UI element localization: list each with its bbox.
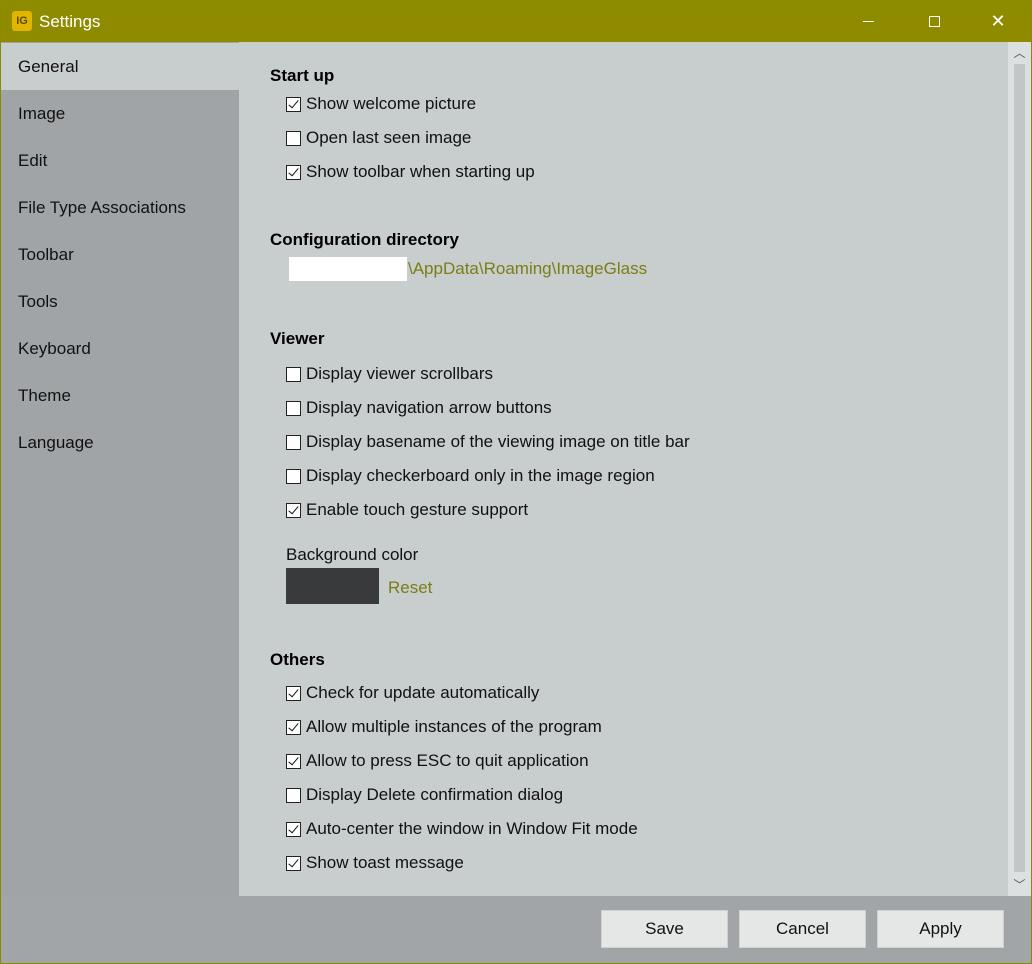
checkbox[interactable] bbox=[286, 753, 301, 769]
option-toast-message[interactable]: Show toast message bbox=[286, 852, 464, 874]
settings-window: IG Settings ✕ General Image Edit File Ty… bbox=[0, 0, 1032, 964]
sidebar-item-toolbar[interactable]: Toolbar bbox=[1, 231, 239, 278]
option-auto-center[interactable]: Auto-center the window in Window Fit mod… bbox=[286, 818, 638, 840]
sidebar-item-keyboard[interactable]: Keyboard bbox=[1, 325, 239, 372]
checkbox[interactable] bbox=[286, 855, 301, 871]
checkbox[interactable] bbox=[286, 130, 301, 146]
option-open-last-seen-image[interactable]: Open last seen image bbox=[286, 127, 471, 149]
option-esc-quit[interactable]: Allow to press ESC to quit application bbox=[286, 750, 589, 772]
minimize-icon bbox=[862, 21, 874, 22]
option-show-toolbar-startup[interactable]: Show toolbar when starting up bbox=[286, 161, 535, 183]
minimize-button[interactable] bbox=[835, 1, 901, 42]
checkbox[interactable] bbox=[286, 719, 301, 735]
vertical-scrollbar[interactable]: ︿ ﹀ bbox=[1008, 42, 1031, 896]
option-label: Display viewer scrollbars bbox=[306, 364, 494, 383]
scroll-up-icon[interactable]: ︿ bbox=[1008, 42, 1031, 64]
cancel-button[interactable]: Cancel bbox=[739, 910, 866, 948]
checkbox[interactable] bbox=[286, 468, 301, 484]
sidebar-item-image[interactable]: Image bbox=[1, 90, 239, 137]
close-icon: ✕ bbox=[990, 11, 1006, 31]
checkbox[interactable] bbox=[286, 685, 301, 701]
maximize-button[interactable] bbox=[901, 1, 967, 42]
section-title-startup: Start up bbox=[270, 66, 335, 85]
section-title-others: Others bbox=[270, 650, 325, 669]
option-check-update[interactable]: Check for update automatically bbox=[286, 682, 539, 704]
redacted-path bbox=[289, 257, 407, 281]
reset-color-link[interactable]: Reset bbox=[388, 578, 432, 598]
sidebar-item-file-type-associations[interactable]: File Type Associations bbox=[1, 184, 239, 231]
option-viewer-scrollbars[interactable]: Display viewer scrollbars bbox=[286, 363, 493, 385]
option-label: Display Delete confirmation dialog bbox=[306, 785, 564, 804]
checkbox[interactable] bbox=[286, 787, 301, 803]
sidebar-item-language[interactable]: Language bbox=[1, 419, 239, 466]
window-title: Settings bbox=[39, 12, 101, 31]
option-checkerboard-region[interactable]: Display checkerboard only in the image r… bbox=[286, 465, 655, 487]
option-label: Display basename of the viewing image on… bbox=[306, 432, 690, 451]
option-label: Enable touch gesture support bbox=[306, 500, 529, 519]
option-label: Show welcome picture bbox=[306, 94, 477, 113]
imageglass-icon: IG bbox=[12, 11, 32, 31]
apply-button[interactable]: Apply bbox=[877, 910, 1004, 948]
close-button[interactable]: ✕ bbox=[965, 1, 1031, 42]
section-title-viewer: Viewer bbox=[270, 329, 325, 348]
option-label: Display navigation arrow buttons bbox=[306, 398, 552, 417]
option-label: Display checkerboard only in the image r… bbox=[306, 466, 655, 485]
option-multiple-instances[interactable]: Allow multiple instances of the program bbox=[286, 716, 602, 738]
option-label: Allow multiple instances of the program bbox=[306, 717, 602, 736]
sidebar-item-edit[interactable]: Edit bbox=[1, 137, 239, 184]
config-path-link[interactable]: \AppData\Roaming\ImageGlass bbox=[408, 259, 647, 279]
option-basename-title-bar[interactable]: Display basename of the viewing image on… bbox=[286, 431, 690, 453]
checkbox[interactable] bbox=[286, 502, 301, 518]
option-label: Check for update automatically bbox=[306, 683, 540, 702]
option-label: Auto-center the window in Window Fit mod… bbox=[306, 819, 638, 838]
sidebar-item-tools[interactable]: Tools bbox=[1, 278, 239, 325]
background-color-swatch[interactable] bbox=[286, 568, 379, 604]
checkbox[interactable] bbox=[286, 821, 301, 837]
title-bar: IG Settings ✕ bbox=[1, 1, 1031, 42]
settings-panel: Start up Show welcome picture Open last … bbox=[239, 42, 1008, 896]
checkbox[interactable] bbox=[286, 400, 301, 416]
option-label: Allow to press ESC to quit application bbox=[306, 751, 589, 770]
sidebar-item-theme[interactable]: Theme bbox=[1, 372, 239, 419]
sidebar-item-general[interactable]: General bbox=[1, 43, 239, 90]
option-label: Show toast message bbox=[306, 853, 464, 872]
checkbox[interactable] bbox=[286, 434, 301, 450]
option-navigation-arrows[interactable]: Display navigation arrow buttons bbox=[286, 397, 552, 419]
option-label: Show toolbar when starting up bbox=[306, 162, 535, 181]
checkbox[interactable] bbox=[286, 96, 301, 112]
option-delete-confirmation[interactable]: Display Delete confirmation dialog bbox=[286, 784, 563, 806]
maximize-icon bbox=[928, 16, 940, 27]
checkbox[interactable] bbox=[286, 164, 301, 180]
checkbox[interactable] bbox=[286, 366, 301, 382]
background-color-label: Background color bbox=[286, 545, 419, 564]
sidebar: General Image Edit File Type Association… bbox=[1, 42, 239, 896]
option-label: Open last seen image bbox=[306, 128, 472, 147]
option-show-welcome-picture[interactable]: Show welcome picture bbox=[286, 93, 476, 115]
option-touch-gesture[interactable]: Enable touch gesture support bbox=[286, 499, 528, 521]
scroll-thumb[interactable] bbox=[1014, 64, 1025, 872]
section-title-config: Configuration directory bbox=[270, 230, 459, 249]
scroll-down-icon[interactable]: ﹀ bbox=[1008, 874, 1031, 896]
save-button[interactable]: Save bbox=[601, 910, 728, 948]
